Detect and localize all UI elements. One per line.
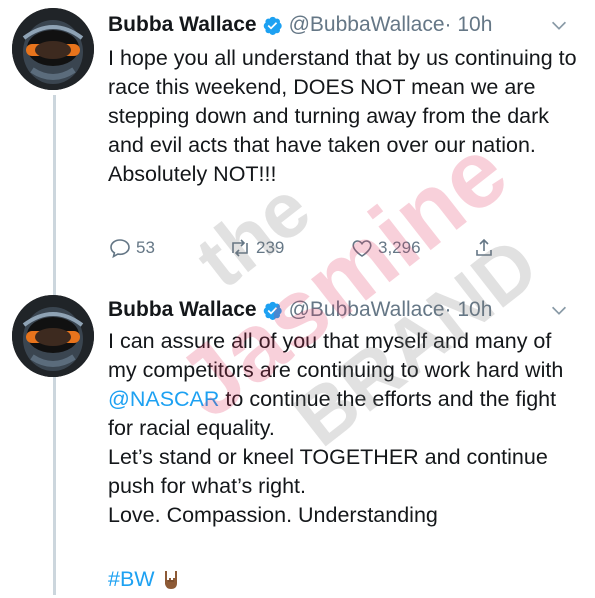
timestamp[interactable]: · 10h bbox=[445, 298, 493, 322]
mention-link[interactable]: @NASCAR bbox=[108, 387, 219, 411]
tweet-text-part: I can assure all of you that myself and … bbox=[108, 329, 564, 382]
user-handle[interactable]: @BubbaWallace bbox=[289, 13, 445, 37]
retweet-count: 239 bbox=[256, 238, 285, 257]
horns-hand-emoji bbox=[159, 568, 183, 592]
avatar[interactable] bbox=[12, 295, 94, 377]
reply-count: 53 bbox=[136, 238, 155, 257]
display-name[interactable]: Bubba Wallace bbox=[108, 13, 257, 37]
hashtag-link[interactable]: #BW bbox=[108, 567, 155, 592]
retweet-button[interactable]: 239 bbox=[228, 236, 284, 260]
tweet-header: Bubba Wallace @BubbaWallace · 10h bbox=[108, 293, 492, 327]
verified-badge-icon bbox=[262, 300, 283, 321]
tweet-text: I hope you all understand that by us con… bbox=[108, 46, 577, 186]
retweet-icon bbox=[232, 239, 248, 257]
tweet-header: Bubba Wallace @BubbaWallace · 10h bbox=[108, 8, 492, 42]
display-name[interactable]: Bubba Wallace bbox=[108, 298, 257, 322]
heart-icon bbox=[352, 240, 372, 257]
timestamp[interactable]: · 10h bbox=[445, 13, 493, 37]
avatar[interactable] bbox=[12, 8, 94, 90]
chevron-down-icon[interactable] bbox=[548, 14, 570, 36]
chevron-down-icon[interactable] bbox=[548, 299, 570, 321]
user-handle[interactable]: @BubbaWallace bbox=[289, 298, 445, 322]
reply-icon bbox=[110, 239, 130, 259]
like-button[interactable]: 3,296 bbox=[350, 236, 421, 260]
hashtag-row: #BW bbox=[108, 567, 183, 592]
share-icon bbox=[476, 238, 492, 256]
reply-button[interactable]: 53 bbox=[108, 236, 155, 260]
verified-badge-icon bbox=[262, 15, 283, 36]
tweet-text: I can assure all of you that myself and … bbox=[108, 327, 578, 530]
tweet-actions: 53 239 3,296 bbox=[108, 236, 508, 264]
share-button[interactable] bbox=[472, 236, 500, 260]
like-count: 3,296 bbox=[378, 238, 421, 257]
